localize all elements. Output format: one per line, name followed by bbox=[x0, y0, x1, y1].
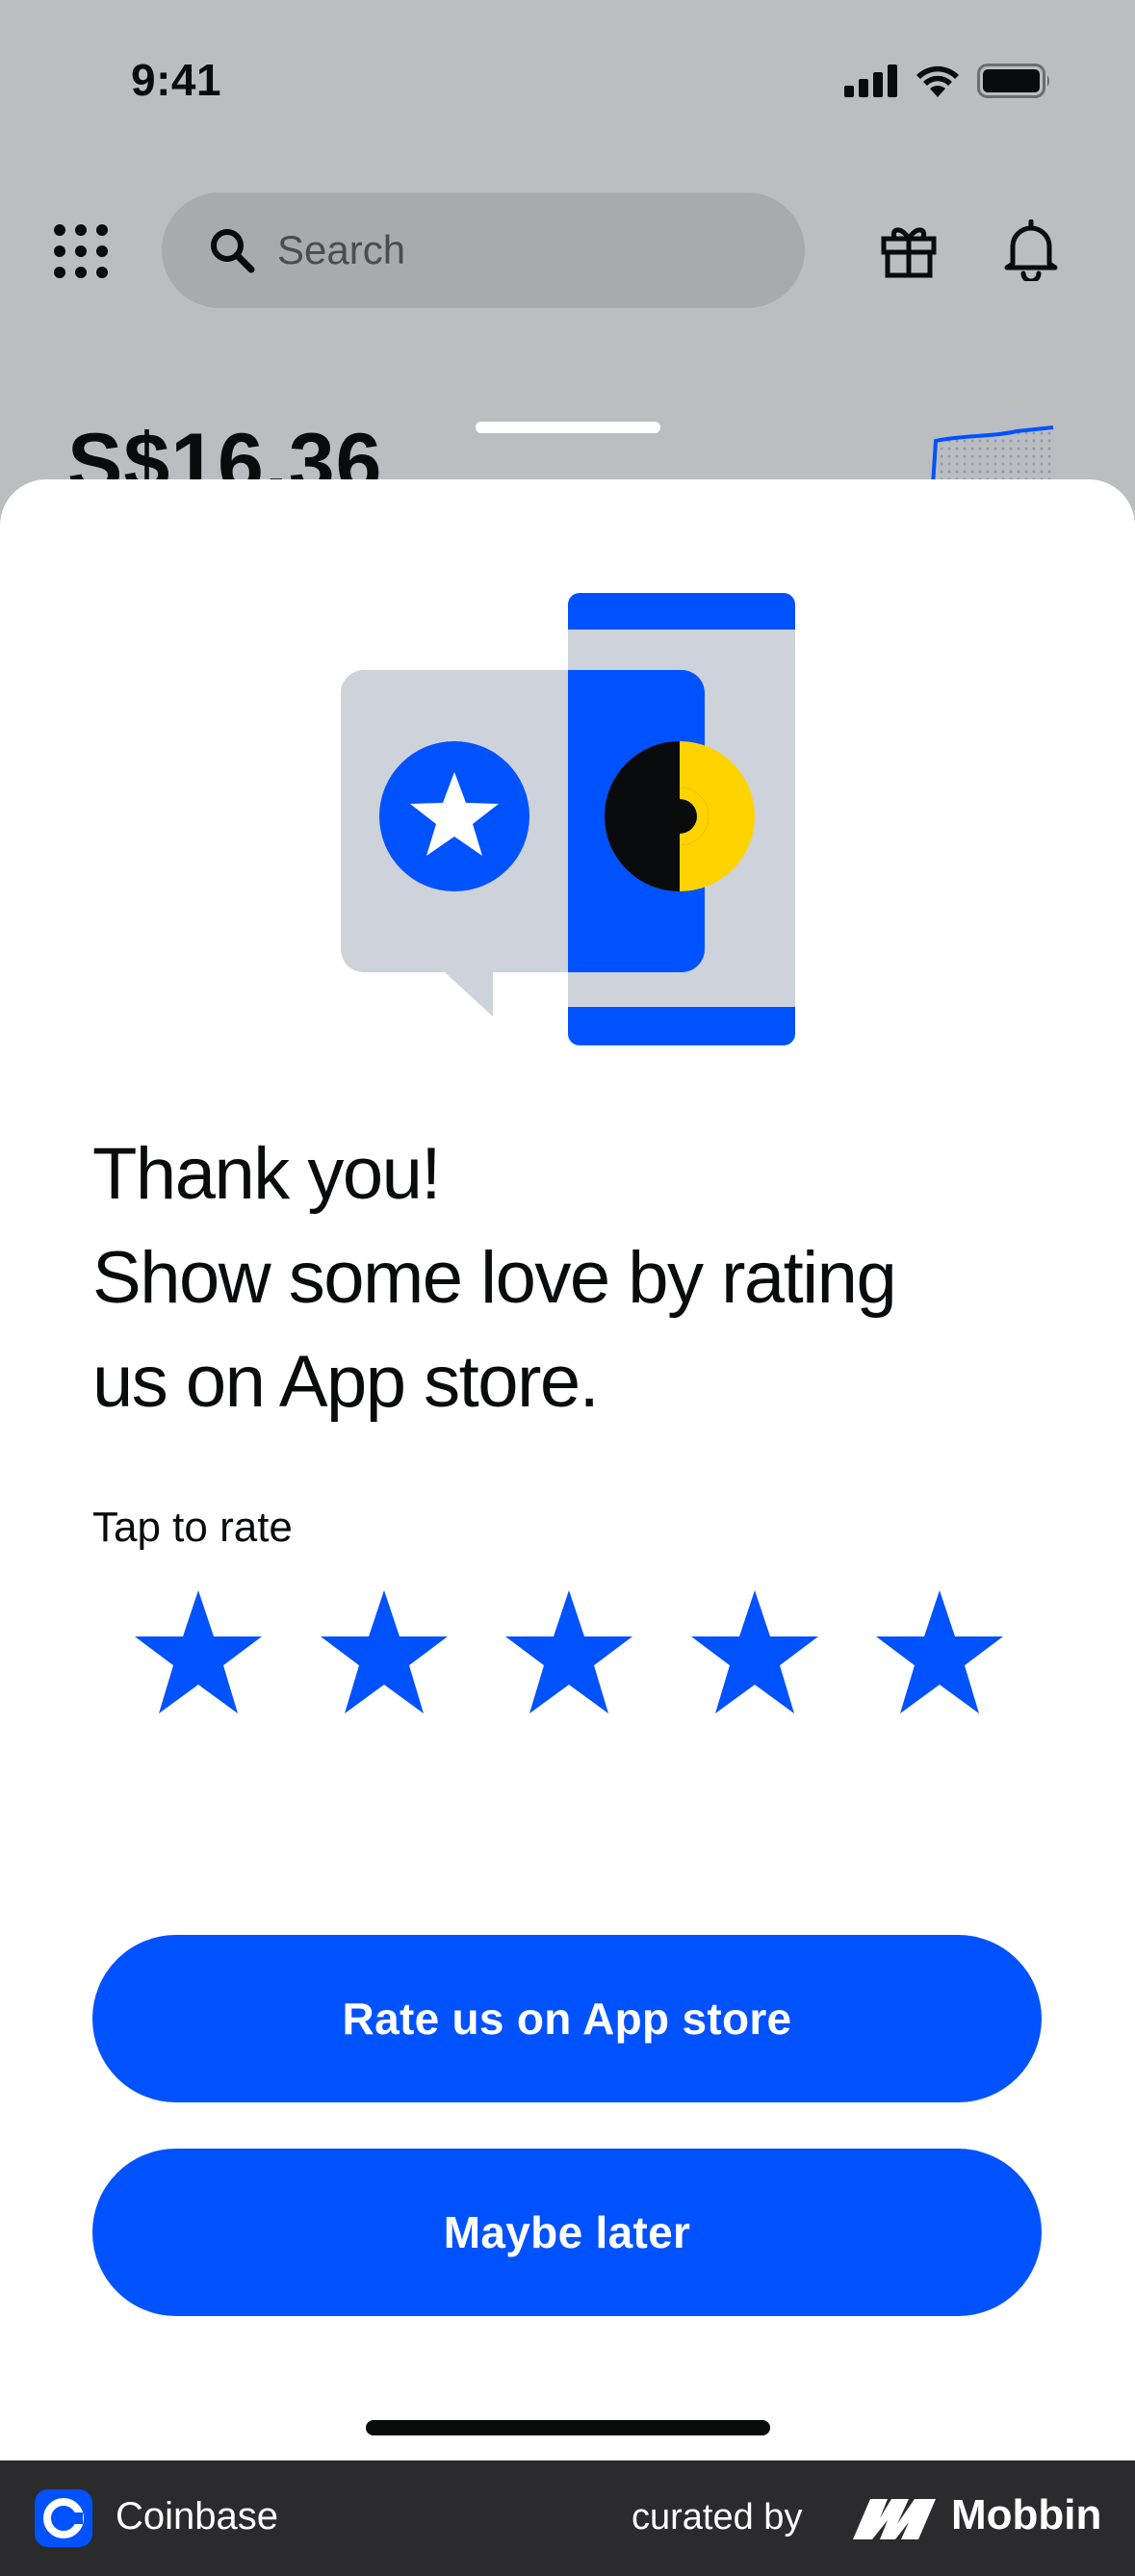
brand-name: Mobbin bbox=[951, 2491, 1102, 2538]
headline-line-3: us on App store. bbox=[92, 1341, 600, 1423]
top-bar: Search bbox=[0, 193, 1135, 308]
search-placeholder: Search bbox=[277, 227, 406, 272]
headline-line-2: Show some love by rating bbox=[92, 1237, 897, 1319]
background-app: 9:41 Search S$16.36 bbox=[0, 0, 1135, 509]
search-icon bbox=[211, 229, 255, 273]
apps-grid-icon[interactable] bbox=[52, 222, 110, 280]
curated-by-label: curated by bbox=[632, 2497, 803, 2537]
rating-sheet: Thank you! Show some love by rating us o… bbox=[0, 479, 1135, 2460]
notification-bell-icon[interactable] bbox=[1003, 219, 1059, 281]
status-bar: 9:41 bbox=[0, 0, 1135, 164]
search-input[interactable]: Search bbox=[162, 193, 805, 308]
star-5-icon[interactable] bbox=[872, 1586, 1007, 1721]
sheet-grabber[interactable] bbox=[476, 422, 660, 433]
mobbin-logo-icon bbox=[853, 2499, 936, 2539]
maybe-later-button[interactable]: Maybe later bbox=[92, 2149, 1042, 2316]
thank-you-headline: Thank you! Show some love by rating us o… bbox=[92, 1122, 1055, 1434]
tap-to-rate-label: Tap to rate bbox=[92, 1504, 293, 1551]
star-4-icon[interactable] bbox=[687, 1586, 822, 1721]
headline-line-1: Thank you! bbox=[92, 1133, 442, 1215]
star-3-icon[interactable] bbox=[502, 1586, 636, 1721]
status-time: 9:41 bbox=[131, 55, 222, 105]
footer-bar: Coinbase curated by Mobbin bbox=[0, 2460, 1135, 2576]
wifi-icon bbox=[916, 65, 959, 97]
star-1-icon[interactable] bbox=[131, 1586, 266, 1721]
gift-icon[interactable] bbox=[880, 221, 938, 279]
battery-icon bbox=[977, 64, 1049, 98]
rating-illustration bbox=[341, 593, 795, 1045]
star-2-icon[interactable] bbox=[317, 1586, 451, 1721]
home-indicator bbox=[366, 2420, 770, 2435]
cellular-signal-icon bbox=[844, 64, 897, 97]
coinbase-logo-icon bbox=[35, 2489, 92, 2547]
star-rating bbox=[131, 1586, 1007, 1721]
status-icons bbox=[844, 64, 1052, 98]
app-name: Coinbase bbox=[116, 2495, 279, 2537]
rate-on-app-store-button[interactable]: Rate us on App store bbox=[92, 1935, 1042, 2102]
